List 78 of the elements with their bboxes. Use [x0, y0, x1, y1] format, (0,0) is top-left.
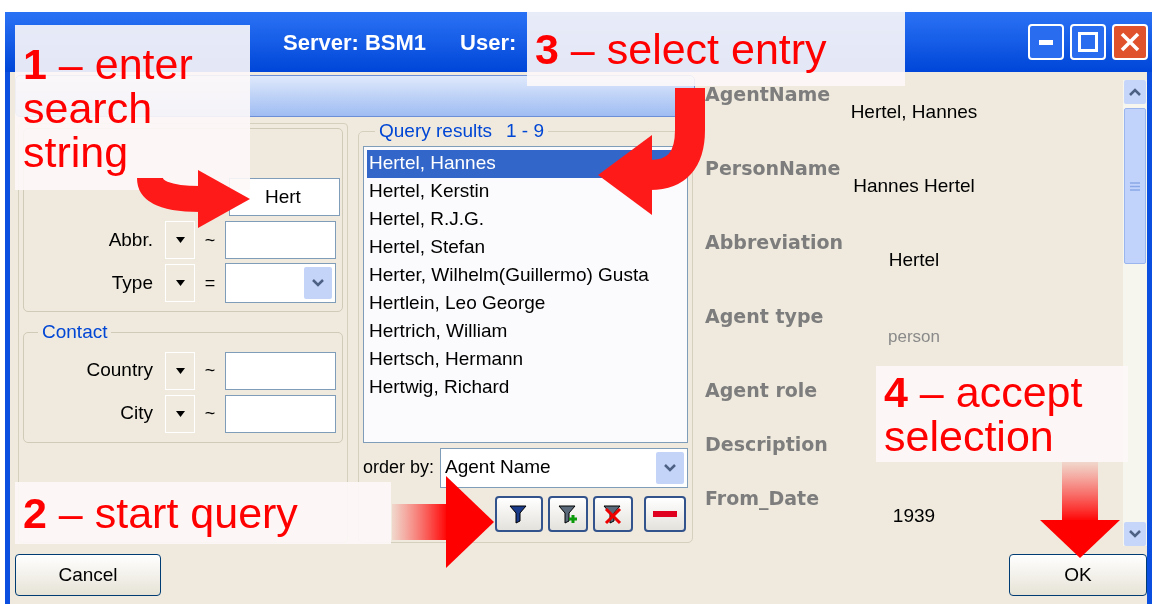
detail-label: AgentName: [705, 82, 831, 104]
funnel-icon: [602, 502, 624, 525]
close-icon: [1120, 32, 1140, 52]
detail-value: 1939: [892, 504, 936, 528]
detail-label: Description: [705, 432, 828, 454]
ok-button[interactable]: OK: [1009, 554, 1147, 596]
operator-dropdown[interactable]: [165, 351, 195, 390]
funnel-icon: [508, 502, 530, 525]
minimize-icon: [1039, 39, 1053, 45]
minimize-button[interactable]: [1028, 24, 1064, 60]
caret-down-icon: [175, 410, 185, 417]
detail-label: PersonName: [705, 156, 841, 178]
input-field[interactable]: [225, 221, 336, 259]
caret-down-icon: [175, 280, 185, 286]
scroll-thumb[interactable]: [1124, 108, 1146, 264]
panel-title: Query results: [379, 119, 492, 143]
group-title: Contact: [41, 320, 109, 344]
chevron-down-icon: [1129, 530, 1141, 538]
cancel-button[interactable]: Cancel: [15, 554, 161, 596]
detail-value: Hannes Hertel: [853, 174, 975, 198]
order-by-label: order by:: [363, 456, 435, 479]
detail-value: Hertel: [888, 248, 940, 272]
filter-add-button[interactable]: [548, 495, 588, 532]
detail-label: Abbreviation: [705, 230, 844, 252]
window-title: User:: [460, 28, 517, 57]
filter-clear-button[interactable]: [593, 495, 633, 532]
field-label: Type: [111, 270, 153, 295]
funnel-icon: [557, 502, 579, 525]
chevron-up-icon: [1129, 88, 1141, 96]
detail-label: From_Date: [705, 486, 820, 508]
filter-button[interactable]: [495, 495, 543, 532]
close-button[interactable]: [1112, 24, 1148, 60]
scroll-up-button[interactable]: [1124, 80, 1146, 104]
result-item[interactable]: Hertsch, Hermann: [367, 345, 684, 374]
detail-label: Agent role: [705, 378, 818, 400]
field-label: Abbr.: [108, 227, 153, 252]
operator-dropdown[interactable]: [165, 394, 195, 433]
caret-down-icon: [175, 367, 185, 374]
order-by-dropdown[interactable]: Agent Name: [440, 447, 688, 488]
annotation-text: 3 – select entry: [535, 27, 827, 71]
scroll-down-button[interactable]: [1124, 522, 1146, 546]
operator-dropdown[interactable]: [165, 264, 195, 302]
grip-icon: [1130, 181, 1140, 191]
field-label: City: [120, 401, 153, 426]
annotation-text: 1 – enter search string: [23, 41, 194, 174]
field-label: Country: [86, 358, 153, 383]
detail-value: person: [888, 326, 940, 346]
scrollbar[interactable]: [1123, 80, 1147, 546]
type-dropdown[interactable]: [225, 263, 336, 303]
detail-value: Hertel, Hannes: [850, 100, 978, 124]
result-item[interactable]: Herter, Wilhelm(Guillermo) Gusta: [367, 261, 684, 290]
annotation-text: 4 – accept selection: [884, 370, 1084, 458]
detail-label: Agent type: [705, 304, 824, 326]
result-item[interactable]: Hertel, R.J.G.: [367, 205, 684, 234]
dropdown-button[interactable]: [656, 451, 684, 484]
result-item[interactable]: Hertel, Stefan: [367, 233, 684, 262]
operator-symbol: ~: [203, 359, 217, 382]
maximize-button[interactable]: [1070, 24, 1106, 60]
result-item[interactable]: Hertrich, William: [367, 317, 684, 346]
caret-down-icon: [175, 237, 185, 243]
dropdown-button[interactable]: [304, 267, 332, 299]
annotation-text: 2 – start query: [23, 491, 298, 535]
remove-button[interactable]: [644, 495, 686, 532]
minus-icon: [653, 510, 677, 517]
operator-dropdown[interactable]: [165, 221, 195, 259]
operator-symbol: ~: [203, 402, 217, 425]
result-item[interactable]: Hertel, Kerstin: [367, 177, 684, 206]
result-item[interactable]: Hertlein, Leo George: [367, 289, 684, 318]
operator-symbol: ~: [203, 228, 217, 252]
chevron-down-icon: [312, 279, 324, 287]
maximize-icon: [1078, 32, 1098, 52]
chevron-down-icon: [664, 463, 676, 472]
result-item[interactable]: Hertwig, Richard: [367, 373, 684, 402]
input-field[interactable]: [225, 351, 336, 390]
operator-symbol: =: [203, 271, 217, 295]
input-field[interactable]: [225, 394, 336, 433]
result-count: 1 - 9: [506, 119, 544, 143]
window-title: Server: BSM1: [283, 28, 427, 57]
